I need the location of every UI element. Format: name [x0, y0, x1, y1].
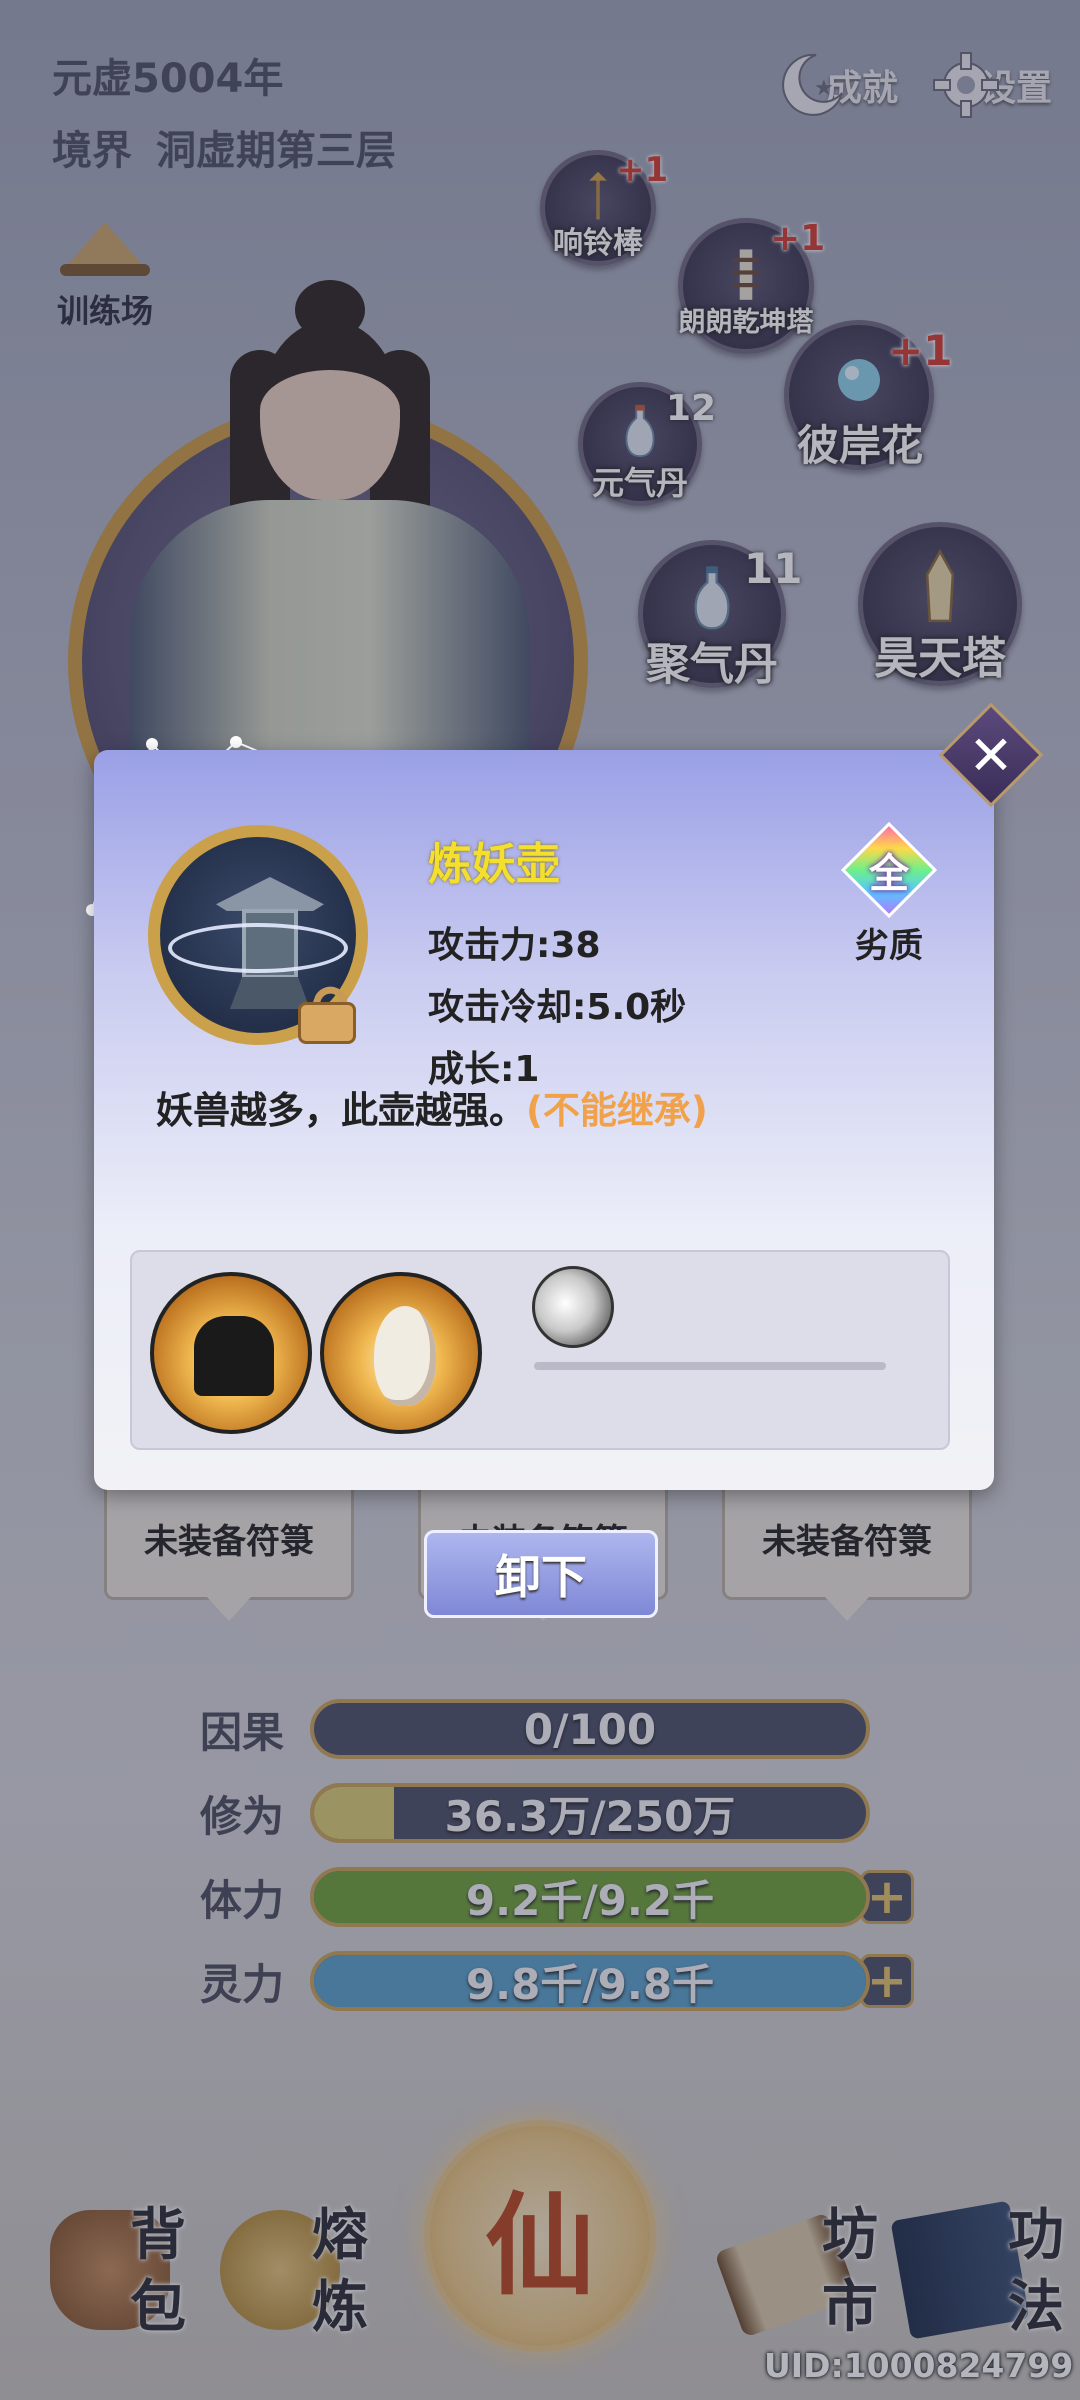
item-name: 彼岸花: [796, 421, 924, 470]
stat-cultivation: 修为 36.3万/250万: [200, 1780, 870, 1846]
nav-label: 炼: [312, 2275, 368, 2340]
stat-label: 因果: [200, 1707, 285, 1757]
stat-value: 36.3万/250万: [444, 1791, 736, 1841]
stat-label: 修为: [200, 1791, 285, 1841]
item-name: 昊天塔: [874, 633, 1006, 684]
stat-value: 9.8千/9.8千: [465, 1959, 715, 2009]
stat-value: 9.2千/9.2千: [465, 1875, 715, 1925]
stat-bar: 9.8千/9.8千: [310, 1951, 870, 2011]
user-id: UID:1000824799: [764, 2346, 1074, 2385]
nav-skills[interactable]: 功 法: [880, 2180, 1080, 2350]
item-badge: +1: [770, 218, 826, 259]
close-modal-button[interactable]: ✕: [936, 700, 1046, 810]
rainbow-diamond-icon: 全: [840, 821, 938, 919]
moon-star-icon: ★: [776, 49, 848, 121]
nav-label: 法: [1008, 2275, 1064, 2340]
skill-gourd-icon[interactable]: [320, 1272, 482, 1434]
stat-label: 灵力: [200, 1959, 285, 2009]
nav-market[interactable]: 坊 市: [706, 2180, 906, 2350]
item-detail-modal: 炼妖壶 攻击力:38 攻击冷却:5.0秒 成长:1 妖兽越多，此壶越强。(不能继…: [94, 750, 994, 1490]
gear-icon: [930, 49, 1002, 121]
item-badge: +1: [888, 326, 953, 375]
item-description: 妖兽越多，此壶越强。(不能继承): [156, 1080, 708, 1134]
stat-bar: 0/100: [310, 1699, 870, 1759]
skill-wolf-icon[interactable]: [150, 1272, 312, 1434]
stat-value: 0/100: [523, 1704, 657, 1754]
svg-text:★: ★: [814, 76, 834, 101]
nav-label: 功: [1008, 2203, 1064, 2268]
description-text: 妖兽越多，此壶越强。: [156, 1089, 526, 1132]
item-name: 朗朗乾坤塔: [678, 307, 814, 338]
nav-label: 熔: [312, 2203, 368, 2268]
item-attack: 攻击力:38: [428, 925, 601, 966]
stat-label: 体力: [200, 1875, 285, 1925]
nav-label: 包: [130, 2275, 186, 2340]
close-icon: ✕: [968, 723, 1014, 787]
item-title: 炼妖壶: [428, 839, 560, 890]
stat-stamina: 体力 9.2千/9.2千 +: [200, 1864, 914, 1930]
realm-info: 境界 洞虚期第三层: [52, 118, 396, 176]
orb-progress-bar: [534, 1362, 886, 1370]
era-year: 元虚5004年: [52, 56, 284, 102]
quality-rank: 全 劣质: [834, 821, 944, 967]
unequip-button[interactable]: 卸下: [424, 1530, 658, 1618]
realm-value: 洞虚期第三层: [155, 128, 396, 174]
item-name: 响铃棒: [553, 226, 643, 261]
rank-glyph: 全: [869, 851, 909, 897]
inherit-note: (不能继承): [526, 1089, 708, 1132]
item-name: 元气丹: [591, 464, 689, 502]
nav-label: 坊: [822, 2203, 878, 2268]
item-badge: 11: [744, 544, 803, 593]
item-badge: 12: [666, 388, 717, 429]
character-portrait[interactable]: [120, 270, 540, 800]
item-badge: +1: [616, 150, 669, 190]
nav-label: 背: [130, 2203, 186, 2268]
talisman-slot-3[interactable]: 未装备符箓: [722, 1480, 972, 1600]
ink-orb-icon: [532, 1266, 614, 1348]
rank-label: 劣质: [855, 926, 923, 966]
achievements-button[interactable]: ★ 成就: [776, 40, 898, 130]
skills-panel: [130, 1250, 950, 1450]
talisman-slot-1[interactable]: 未装备符箓: [104, 1480, 354, 1600]
unlock-icon[interactable]: [298, 980, 360, 1044]
stat-spirit: 灵力 9.8千/9.8千 +: [200, 1948, 914, 2014]
nav-immortal-button[interactable]: 仙: [424, 2120, 656, 2352]
settings-button[interactable]: 设置: [930, 40, 1052, 130]
item-name: 聚气丹: [646, 639, 778, 690]
game-screen: 元虚5004年 境界 洞虚期第三层 ★ 成就 设置 训练场 响铃棒 +1 朗朗乾…: [0, 0, 1080, 2400]
nav-label: 市: [822, 2275, 878, 2340]
nav-smelt[interactable]: 熔 炼: [200, 2180, 400, 2350]
realm-label: 境界: [52, 128, 132, 174]
stat-bar: 9.2千/9.2千: [310, 1867, 870, 1927]
stat-karma: 因果 0/100: [200, 1696, 870, 1762]
stat-bar: 36.3万/250万: [310, 1783, 870, 1843]
item-cooldown: 攻击冷却:5.0秒: [428, 987, 687, 1028]
